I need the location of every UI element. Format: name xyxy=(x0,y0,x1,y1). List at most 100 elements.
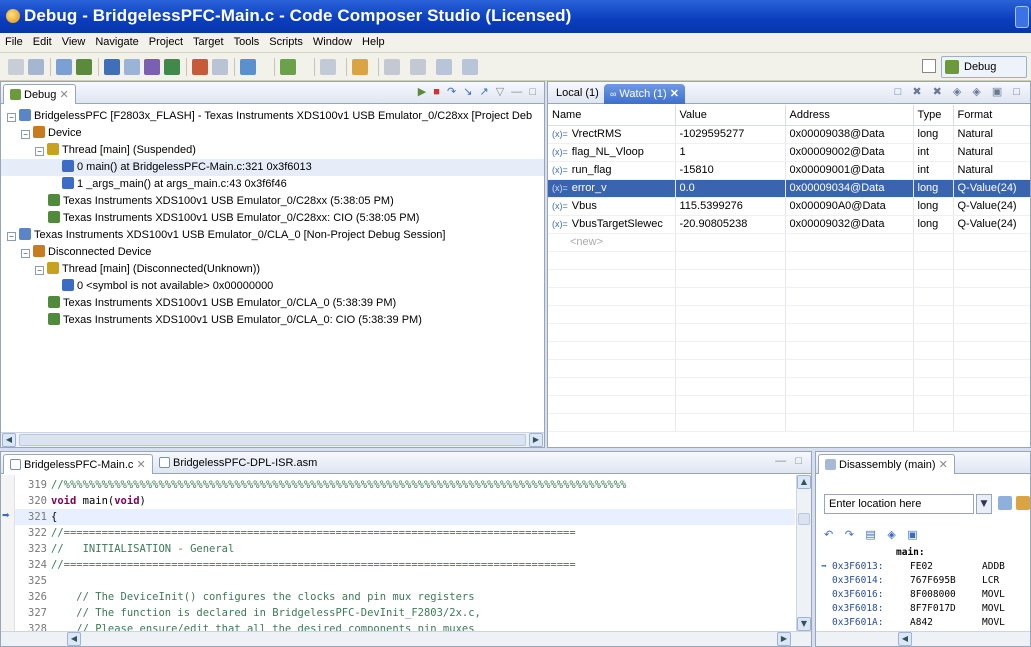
menu-navigate[interactable]: Navigate xyxy=(90,33,143,48)
debug-view-hscrollbar[interactable]: ◀ ▶ xyxy=(1,432,544,447)
load-icon[interactable] xyxy=(164,59,180,75)
window-control-button[interactable] xyxy=(1015,6,1029,28)
debug-tree-item[interactable]: Texas Instruments XDS100v1 USB Emulator_… xyxy=(1,193,394,210)
link-icon[interactable] xyxy=(1016,496,1030,510)
search-icon[interactable] xyxy=(352,59,368,75)
menu-edit[interactable]: Edit xyxy=(28,33,57,48)
save-icon[interactable] xyxy=(28,59,44,75)
watch-row[interactable]: (x)= Vbus 115.5399276 0x000090A0@Data long Q-… xyxy=(548,197,1030,216)
scroll-right-button[interactable]: ▶ xyxy=(529,433,543,447)
scroll-up-button[interactable]: ▲ xyxy=(797,475,811,489)
collapse-toggle-icon[interactable]: − xyxy=(35,147,44,156)
tab-watch[interactable]: ∞ Watch (1) ✕ xyxy=(604,84,685,104)
scroll-left-button[interactable]: ◀ xyxy=(898,632,912,646)
debug-tree-item[interactable]: − Disconnected Device xyxy=(1,244,151,261)
external-tools-icon[interactable] xyxy=(280,59,296,75)
target-icon[interactable] xyxy=(144,59,160,75)
debug-tree-item[interactable]: Texas Instruments XDS100v1 USB Emulator_… xyxy=(1,312,422,329)
build-icon[interactable] xyxy=(76,59,92,75)
column-header-format[interactable]: Format xyxy=(953,105,1030,126)
debug-tree-item[interactable]: 1 _args_main() at args_main.c:43 0x3f6f4… xyxy=(1,176,287,193)
menu-project[interactable]: Project xyxy=(144,33,188,48)
watch-cell-value[interactable]: -1029595277 xyxy=(675,125,786,144)
disassembly-line[interactable]: ➡ 0x3F6013: FE02 ADDB xyxy=(816,560,1005,574)
tab-debug[interactable]: Debug ✕ xyxy=(3,84,76,104)
tab-disassembly[interactable]: Disassembly (main) ✕ xyxy=(818,454,955,474)
prev-annotation-icon[interactable] xyxy=(410,59,426,75)
scroll-right-button[interactable]: ▶ xyxy=(777,632,791,646)
debug-tree-item[interactable]: Texas Instruments XDS100v1 USB Emulator_… xyxy=(1,295,396,312)
watch-cell-value[interactable]: 1 xyxy=(675,143,786,162)
disassembly-hscrollbar[interactable]: ◀ xyxy=(816,631,1030,646)
disassembly-toolbar[interactable]: ↶ ↷ ▤ ◈ ▣ xyxy=(824,528,922,541)
scroll-left-button[interactable]: ◀ xyxy=(67,632,81,646)
tab-bridgelesspfc-main-c[interactable]: BridgelessPFC-Main.c ✕ xyxy=(3,454,153,474)
code-area[interactable]: 319 //%%%%%%%%%%%%%%%%%%%%%%%%%%%%%%%%%%%… xyxy=(15,475,795,631)
next-annotation-icon[interactable] xyxy=(384,59,400,75)
watch-row[interactable]: (x)= run_flag -15810 0x00009001@Data int Natu… xyxy=(548,161,1030,180)
menu-scripts[interactable]: Scripts xyxy=(264,33,308,48)
disassembly-line[interactable]: 0x3F601A: A842 MOVL xyxy=(816,616,1005,630)
watch-view-toolbar[interactable]: □ ✖ ✖ ◈ ◈ ▣ □ xyxy=(895,85,1024,98)
editor-vscroll-thumb[interactable] xyxy=(798,513,810,525)
column-header-address[interactable]: Address xyxy=(785,105,914,126)
menu-view[interactable]: View xyxy=(57,33,91,48)
editor-vscrollbar[interactable]: ▲ ▼ xyxy=(796,475,811,631)
watch-row[interactable]: (x)= VbusTargetSlewec -20.90805238 0x000090… xyxy=(548,215,1030,234)
debug-tree-item[interactable]: − Thread [main] (Disconnected(Unknown)) xyxy=(1,261,260,278)
scroll-down-button[interactable]: ▼ xyxy=(797,617,811,631)
open-perspective-icon[interactable] xyxy=(922,59,936,73)
menu-target[interactable]: Target xyxy=(188,33,229,48)
collapse-toggle-icon[interactable]: − xyxy=(7,113,16,122)
debug-tree-item[interactable]: − BridgelessPFC [F2803x_FLASH] - Texas In… xyxy=(1,108,532,125)
menu-window[interactable]: Window xyxy=(308,33,357,48)
tab-bridgelesspfc-dpl-isr-asm[interactable]: BridgelessPFC-DPL-ISR.asm xyxy=(153,454,323,474)
debug-tree-item[interactable]: − Texas Instruments XDS100v1 USB Emulator… xyxy=(1,227,445,244)
open-type-icon[interactable] xyxy=(320,59,336,75)
watch-cell-value[interactable]: 115.5399276 xyxy=(675,197,786,216)
collapse-toggle-icon[interactable]: − xyxy=(35,266,44,275)
debug-tree-item[interactable]: 0 <symbol is not available> 0x00000000 xyxy=(1,278,273,295)
column-header-name[interactable]: Name xyxy=(548,105,676,126)
debug-tree-item[interactable]: Texas Instruments XDS100v1 USB Emulator_… xyxy=(1,210,419,227)
editor-view-controls[interactable]: — □ xyxy=(775,455,805,467)
disassembly-line[interactable]: 0x3F6014: 767F695B LCR xyxy=(816,574,999,588)
watch-row[interactable]: (x)= VrectRMS -1029595277 0x00009038@Data lo… xyxy=(548,125,1030,144)
debug-icon[interactable] xyxy=(104,59,120,75)
clear-breakpoint-icon[interactable] xyxy=(212,59,228,75)
column-header-value[interactable]: Value xyxy=(675,105,786,126)
collapse-toggle-icon[interactable]: − xyxy=(7,232,16,241)
watch-cell-value[interactable]: 0.0 xyxy=(675,179,786,198)
disassembly-line[interactable]: 0x3F6018: 8F7F017D MOVL xyxy=(816,602,1005,616)
debug-tree-item[interactable]: − Device xyxy=(1,125,82,142)
debug-tree-item[interactable]: 0 main() at BridgelessPFC-Main.c:321 0x3… xyxy=(1,159,544,176)
new-icon[interactable] xyxy=(8,59,24,75)
connect-icon[interactable] xyxy=(124,59,140,75)
menu-help[interactable]: Help xyxy=(357,33,390,48)
save-all-icon[interactable] xyxy=(56,59,72,75)
menu-tools[interactable]: Tools xyxy=(229,33,265,48)
watch-new-row[interactable]: <new> xyxy=(548,233,1030,252)
collapse-toggle-icon[interactable]: − xyxy=(21,130,30,139)
forward-icon[interactable] xyxy=(462,59,478,75)
watch-cell-value[interactable]: -20.90805238 xyxy=(675,215,786,234)
breakpoint-icon[interactable] xyxy=(192,59,208,75)
debug-view-hscroll-thumb[interactable] xyxy=(19,434,526,446)
disassembly-line[interactable]: 0x3F6016: 8F008000 MOVL xyxy=(816,588,1005,602)
editor-hscrollbar[interactable]: ◀ ▶ xyxy=(1,631,811,646)
new-expression-placeholder[interactable]: <new> xyxy=(548,233,676,252)
watch-row[interactable]: (x)= error_v 0.0 0x00009034@Data long Q-Value… xyxy=(548,179,1030,198)
watch-row[interactable]: (x)= flag_NL_Vloop 1 0x00009002@Data int Natu… xyxy=(548,143,1030,162)
collapse-toggle-icon[interactable]: − xyxy=(21,249,30,258)
menu-file[interactable]: File xyxy=(0,33,28,48)
go-to-location-icon[interactable] xyxy=(998,496,1012,510)
location-dropdown-button[interactable]: ▼ xyxy=(976,494,992,514)
debug-perspective-button[interactable]: Debug xyxy=(941,56,1027,78)
location-input[interactable]: Enter location here xyxy=(824,494,974,514)
debug-view-toolbar[interactable]: ▶ ■ ↷ ↘ ↗ ▽ — □ xyxy=(418,85,538,98)
tab-local[interactable]: Local (1) xyxy=(550,84,605,104)
back-icon[interactable] xyxy=(436,59,452,75)
run-icon[interactable] xyxy=(240,59,256,75)
debug-tree-item[interactable]: − Thread [main] (Suspended) xyxy=(1,142,196,159)
column-header-type[interactable]: Type xyxy=(913,105,954,126)
